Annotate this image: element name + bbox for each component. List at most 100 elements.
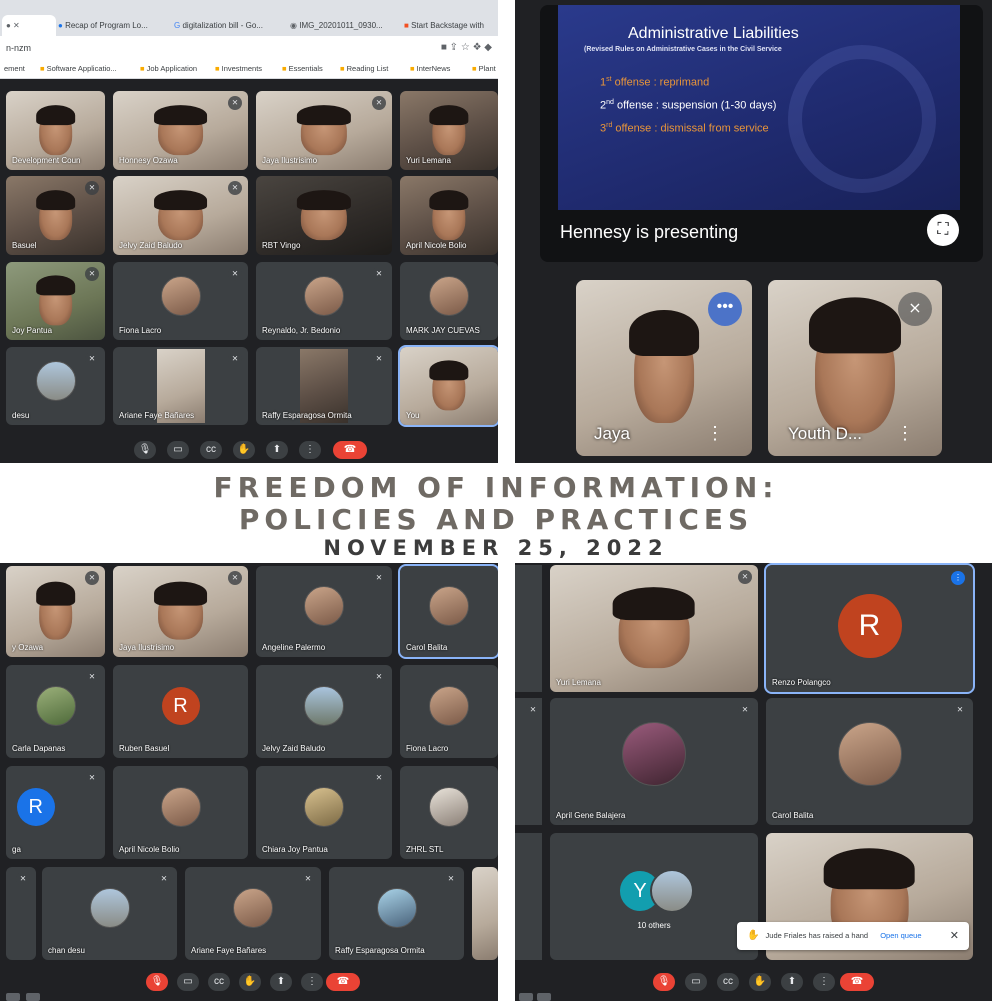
bookmark[interactable]: ■ Essentials [282,60,323,78]
participant-tile[interactable]: Development Coun [6,91,105,170]
participant-tile[interactable]: ZHRL STL [400,766,498,859]
participant-tile[interactable]: ⨯ chan desu [42,867,177,960]
bookmark[interactable]: ■ Software Applicatio... [40,60,117,78]
more-options-icon[interactable]: ⋮ [299,441,321,459]
more-options-icon[interactable]: ⋮ [301,973,323,991]
others-tile[interactable]: Y 10 others [550,833,758,960]
mic-off-icon[interactable]: 🎙 [653,973,675,991]
collage-title-band: FREEDOM OF INFORMATION: POLICIES AND PRA… [0,463,992,563]
participant-name: Angeline Palermo [262,643,326,652]
end-call-button[interactable]: ☎ [333,441,367,459]
participant-tile[interactable]: ⨯ Yuri Lemana [550,565,758,692]
captions-icon[interactable]: cc [200,441,222,459]
participant-tile[interactable] [515,833,542,960]
participant-tile[interactable]: ⨯ Ariane Faye Bañares [113,347,248,425]
browser-tab[interactable]: ● Recap of Program Lo... [58,15,168,36]
participant-tile[interactable]: Fiona Lacro [400,665,498,758]
camera-icon[interactable]: ▭ [685,973,707,991]
participant-tile[interactable]: ⨯ Basuel [6,176,105,255]
participant-tile[interactable]: ⨯ Raffy Esparagosa Ormita [256,347,392,425]
close-icon[interactable]: ✕ [950,922,959,950]
participant-tile[interactable]: R ⨯ ga [6,766,105,859]
end-call-button[interactable]: ☎ [326,973,360,991]
address-bar[interactable]: n-nzm ■ ⇪ ☆ ❖ ◆ [0,36,498,60]
participant-tile[interactable]: ⨯ y Ozawa [6,566,105,657]
url-text: n-nzm [6,43,32,53]
bookmark[interactable]: ■ Reading List [340,60,388,78]
participant-tile[interactable]: ⨯ Honnesy Ozawa [113,91,248,170]
meet-gallery-bottom-left: ⨯ y Ozawa ⨯ Jaya Ilustrisimo ⨯ Angeline Pal… [0,563,498,1001]
participant-tile[interactable]: ⨯ Jaya Ilustrisimo [113,566,248,657]
participant-tile[interactable]: ⨯ Joy Pantua [6,262,105,340]
avatar [304,276,344,317]
participant-tile[interactable]: R Ruben Basuel [113,665,248,758]
participant-name: chan desu [48,946,85,955]
participant-tile[interactable]: ⨯ Raffy Esparagosa Ormita [329,867,464,960]
participant-video [613,586,695,668]
participant-tile[interactable]: ⨯ Jelvy Zaid Baludo [113,176,248,255]
fullscreen-button[interactable]: ⛶ [927,214,959,246]
participant-tile[interactable]: April Nicole Bolio [113,766,248,859]
participant-tile[interactable]: ⨯ Angeline Palermo [256,566,392,657]
camera-icon[interactable]: ▭ [167,441,189,459]
participant-tile[interactable]: ⨯ Carol Balita [766,698,973,825]
avatar: R [161,686,200,725]
participant-tile[interactable]: Carol Balita [398,564,498,659]
participant-tile[interactable]: Yuri Lemana [400,91,498,170]
present-icon[interactable]: ⬆ [270,973,292,991]
more-options-icon[interactable]: ⋮ [706,423,724,444]
browser-tab[interactable]: G digitalization bill - Go... [174,15,284,36]
mic-off-icon: ⨯ [738,703,752,717]
bookmark[interactable]: ■ Job Application [140,60,197,78]
participant-tile[interactable]: ⨯ Chiara Joy Pantua [256,766,392,859]
participant-tile[interactable]: ⨯ Reynaldo, Jr. Bedonio [256,262,392,340]
browser-tab[interactable]: ■ Start Backstage with [404,15,498,36]
participant-tile[interactable]: ⨯ desu [6,347,105,425]
bookmark[interactable]: ■ Investments [215,60,262,78]
folder-icon: ■ [410,64,415,73]
participant-tile[interactable]: RBT Vingo [256,176,392,255]
avatar [650,869,694,913]
raise-hand-icon[interactable]: ✋ [233,441,255,459]
participant-tile[interactable]: ⨯ Ariane Faye Bañares [185,867,321,960]
participant-tile[interactable]: ⨯ Jaya Ilustrisimo [256,91,392,170]
open-queue-link[interactable]: Open queue [880,931,921,940]
end-call-button[interactable]: ☎ [840,973,874,991]
participant-name: Chiara Joy Pantua [262,845,328,854]
participant-tile[interactable] [515,565,542,692]
presenting-label: Hennesy is presenting [560,222,739,242]
browser-tab[interactable]: ◉ IMG_20201011_0930... [290,15,398,36]
participant-name: Ariane Faye Bañares [191,946,267,955]
participant-tile[interactable] [472,867,498,960]
browser-tab[interactable]: ● ✕ [2,15,56,36]
participant-tile[interactable]: ⨯ Jelvy Zaid Baludo [256,665,392,758]
mic-icon[interactable]: 🎙 [134,441,156,459]
self-view-tile[interactable]: You [398,345,498,427]
participant-tile[interactable]: ⨯ April Gene Balajera [550,698,758,825]
participant-tile[interactable]: ⨯ [6,867,36,960]
camera-icon[interactable]: ▭ [177,973,199,991]
participant-tile[interactable]: April Nicole Bolio [400,176,498,255]
taskbar-icon [6,993,20,1001]
bookmark[interactable]: ■ Plant [472,60,496,78]
bookmark[interactable]: ement [4,60,25,78]
captions-icon[interactable]: cc [208,973,230,991]
participant-tile[interactable]: MARK JAY CUEVAS [400,262,498,340]
more-options-icon[interactable]: ⋮ [896,423,914,444]
more-options-icon[interactable]: ⋮ [813,973,835,991]
participant-name: Carla Dapanas [12,744,66,753]
participant-tile[interactable]: ••• Jaya ⋮ [576,280,752,456]
bookmark[interactable]: ■ InterNews [410,60,450,78]
participant-tile[interactable]: ⨯ Youth D... ⋮ [768,280,942,456]
present-icon[interactable]: ⬆ [781,973,803,991]
participant-tile[interactable]: ⨯ Carla Dapanas [6,665,105,758]
participant-tile[interactable]: R ⋮ Renzo Polangco [764,563,975,694]
raise-hand-icon[interactable]: ✋ [239,973,261,991]
present-icon[interactable]: ⬆ [266,441,288,459]
raise-hand-icon[interactable]: ✋ [749,973,771,991]
captions-icon[interactable]: cc [717,973,739,991]
browser-actions[interactable]: ■ ⇪ ☆ ❖ ◆ [441,36,492,60]
participant-tile[interactable]: ⨯ [515,698,542,825]
mic-off-icon[interactable]: 🎙 [146,973,168,991]
participant-tile[interactable]: ⨯ Fiona Lacro [113,262,248,340]
